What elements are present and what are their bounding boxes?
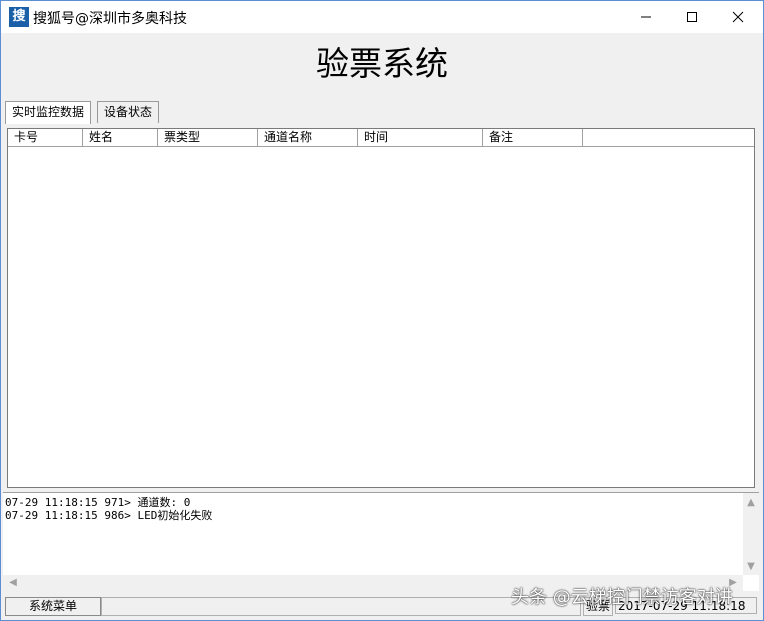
grid-header: 卡号 姓名 票类型 通道名称 时间 备注 (8, 129, 754, 147)
scroll-up-icon[interactable]: ▲ (743, 495, 759, 511)
status-panel-message (101, 597, 581, 616)
maximize-icon (687, 12, 697, 22)
close-icon (732, 11, 744, 23)
close-button[interactable] (715, 1, 761, 33)
page-title: 验票系统 (316, 44, 448, 83)
title-bar[interactable]: 搜 搜狐号@深圳市多奥科技 (1, 1, 763, 33)
scroll-left-icon[interactable]: ◀ (5, 575, 21, 591)
tab-device-status[interactable]: 设备状态 (97, 101, 160, 123)
column-header-card-no[interactable]: 卡号 (8, 129, 83, 146)
main-window: 搜 搜狐号@深圳市多奥科技 验票系统 实时监控数据 设备状态 卡号 姓名 票类型… (0, 0, 764, 621)
watermark-text: 头条 @云梯控门禁访客对讲 (511, 587, 733, 608)
column-header-channel-name[interactable]: 通道名称 (258, 129, 358, 146)
scroll-down-icon[interactable]: ▼ (743, 559, 759, 575)
column-header-remark[interactable]: 备注 (483, 129, 583, 146)
column-header-name[interactable]: 姓名 (83, 129, 158, 146)
system-menu-button[interactable]: 系统菜单 (5, 597, 101, 616)
data-grid[interactable]: 卡号 姓名 票类型 通道名称 时间 备注 (7, 128, 755, 488)
column-header-time[interactable]: 时间 (358, 129, 483, 146)
vertical-scrollbar[interactable]: ▲ ▼ (743, 493, 759, 575)
window-title: 搜狐号@深圳市多奥科技 (33, 11, 187, 27)
log-panel[interactable]: 07-29 11:18:15 971> 通道数: 0 07-29 11:18:1… (3, 492, 759, 591)
maximize-button[interactable] (669, 1, 715, 33)
tab-realtime-monitor[interactable]: 实时监控数据 (5, 101, 92, 124)
column-header-ticket-type[interactable]: 票类型 (158, 129, 258, 146)
minimize-icon (641, 16, 651, 18)
log-line: 07-29 11:18:15 986> LED初始化失败 (5, 509, 213, 522)
minimize-button[interactable] (623, 1, 669, 33)
app-icon: 搜 (9, 7, 29, 27)
